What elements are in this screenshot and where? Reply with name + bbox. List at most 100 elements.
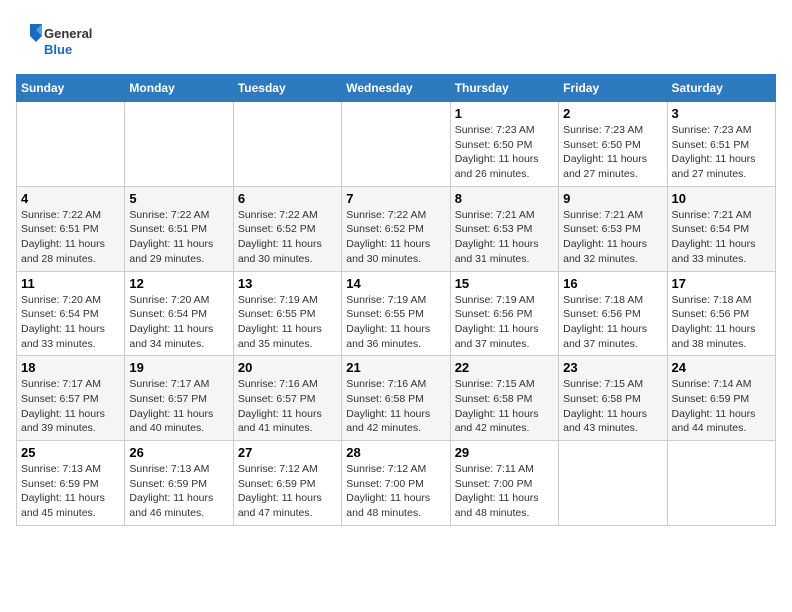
day-number: 28 <box>346 445 445 460</box>
day-number: 17 <box>672 276 771 291</box>
calendar-cell <box>559 441 667 526</box>
day-info: Sunrise: 7:19 AMSunset: 6:55 PMDaylight:… <box>346 293 445 352</box>
day-info: Sunrise: 7:15 AMSunset: 6:58 PMDaylight:… <box>455 377 554 436</box>
header-wednesday: Wednesday <box>342 75 450 102</box>
day-number: 20 <box>238 360 337 375</box>
day-number: 3 <box>672 106 771 121</box>
day-info: Sunrise: 7:20 AMSunset: 6:54 PMDaylight:… <box>21 293 120 352</box>
calendar-cell: 5Sunrise: 7:22 AMSunset: 6:51 PMDaylight… <box>125 186 233 271</box>
calendar-cell: 7 Sunrise: 7:22 AMSunset: 6:52 PMDaylight… <box>342 186 450 271</box>
calendar-cell: 12 Sunrise: 7:20 AMSunset: 6:54 PMDayligh… <box>125 271 233 356</box>
day-number: 4 <box>21 191 120 206</box>
day-number: 2 <box>563 106 662 121</box>
svg-text:Blue: Blue <box>44 42 72 57</box>
day-info: Sunrise: 7:23 AMSunset: 6:51 PMDaylight:… <box>672 123 771 182</box>
day-info: Sunrise: 7:11 AMSunset: 7:00 PMDaylight:… <box>455 462 554 521</box>
calendar-cell: 11 Sunrise: 7:20 AMSunset: 6:54 PMDayligh… <box>17 271 125 356</box>
calendar-header-row: SundayMondayTuesdayWednesdayThursdayFrid… <box>17 75 776 102</box>
day-number: 15 <box>455 276 554 291</box>
day-info: Sunrise: 7:22 AMSunset: 6:51 PMDaylight:… <box>21 208 120 267</box>
day-info: Sunrise: 7:13 AMSunset: 6:59 PMDaylight:… <box>21 462 120 521</box>
calendar-cell: 4 Sunrise: 7:22 AMSunset: 6:51 PMDaylight… <box>17 186 125 271</box>
day-info: Sunrise: 7:16 AMSunset: 6:58 PMDaylight:… <box>346 377 445 436</box>
header-tuesday: Tuesday <box>233 75 341 102</box>
day-number: 10 <box>672 191 771 206</box>
calendar-cell: 29Sunrise: 7:11 AMSunset: 7:00 PMDayligh… <box>450 441 558 526</box>
calendar-cell: 10 Sunrise: 7:21 AMSunset: 6:54 PMDayligh… <box>667 186 775 271</box>
calendar-cell <box>667 441 775 526</box>
day-number: 19 <box>129 360 228 375</box>
day-number: 23 <box>563 360 662 375</box>
day-number: 26 <box>129 445 228 460</box>
day-number: 22 <box>455 360 554 375</box>
calendar-cell: 17Sunrise: 7:18 AMSunset: 6:56 PMDayligh… <box>667 271 775 356</box>
day-info: Sunrise: 7:21 AMSunset: 6:53 PMDaylight:… <box>455 208 554 267</box>
calendar-cell: 16Sunrise: 7:18 AMSunset: 6:56 PMDayligh… <box>559 271 667 356</box>
svg-text:General: General <box>44 26 92 41</box>
day-number: 8 <box>455 191 554 206</box>
calendar-cell: 8 Sunrise: 7:21 AMSunset: 6:53 PMDaylight… <box>450 186 558 271</box>
day-info: Sunrise: 7:12 AMSunset: 7:00 PMDaylight:… <box>346 462 445 521</box>
calendar-cell: 23 Sunrise: 7:15 AMSunset: 6:58 PMDayligh… <box>559 356 667 441</box>
day-number: 14 <box>346 276 445 291</box>
calendar-week-2: 4 Sunrise: 7:22 AMSunset: 6:51 PMDaylight… <box>17 186 776 271</box>
day-info: Sunrise: 7:17 AMSunset: 6:57 PMDaylight:… <box>21 377 120 436</box>
header-monday: Monday <box>125 75 233 102</box>
header-thursday: Thursday <box>450 75 558 102</box>
day-number: 7 <box>346 191 445 206</box>
day-number: 6 <box>238 191 337 206</box>
day-info: Sunrise: 7:14 AMSunset: 6:59 PMDaylight:… <box>672 377 771 436</box>
calendar-cell: 28 Sunrise: 7:12 AMSunset: 7:00 PMDayligh… <box>342 441 450 526</box>
day-number: 24 <box>672 360 771 375</box>
day-info: Sunrise: 7:12 AMSunset: 6:59 PMDaylight:… <box>238 462 337 521</box>
calendar-cell: 19Sunrise: 7:17 AMSunset: 6:57 PMDayligh… <box>125 356 233 441</box>
calendar-cell: 25 Sunrise: 7:13 AMSunset: 6:59 PMDayligh… <box>17 441 125 526</box>
day-info: Sunrise: 7:23 AMSunset: 6:50 PMDaylight:… <box>455 123 554 182</box>
calendar-cell: 9 Sunrise: 7:21 AMSunset: 6:53 PMDaylight… <box>559 186 667 271</box>
calendar-cell: 20 Sunrise: 7:16 AMSunset: 6:57 PMDayligh… <box>233 356 341 441</box>
logo: General Blue <box>16 16 116 66</box>
day-number: 9 <box>563 191 662 206</box>
day-number: 21 <box>346 360 445 375</box>
calendar-cell <box>233 102 341 187</box>
calendar-week-3: 11 Sunrise: 7:20 AMSunset: 6:54 PMDayligh… <box>17 271 776 356</box>
day-number: 11 <box>21 276 120 291</box>
day-number: 27 <box>238 445 337 460</box>
page-header: General Blue <box>16 16 776 66</box>
header-friday: Friday <box>559 75 667 102</box>
header-sunday: Sunday <box>17 75 125 102</box>
logo-svg: General Blue <box>16 16 116 66</box>
day-info: Sunrise: 7:22 AMSunset: 6:52 PMDaylight:… <box>346 208 445 267</box>
calendar-cell <box>125 102 233 187</box>
day-number: 13 <box>238 276 337 291</box>
day-info: Sunrise: 7:19 AMSunset: 6:56 PMDaylight:… <box>455 293 554 352</box>
day-number: 25 <box>21 445 120 460</box>
calendar-table: SundayMondayTuesdayWednesdayThursdayFrid… <box>16 74 776 526</box>
day-info: Sunrise: 7:15 AMSunset: 6:58 PMDaylight:… <box>563 377 662 436</box>
calendar-cell: 27 Sunrise: 7:12 AMSunset: 6:59 PMDayligh… <box>233 441 341 526</box>
calendar-week-1: 1 Sunrise: 7:23 AMSunset: 6:50 PMDaylight… <box>17 102 776 187</box>
day-number: 18 <box>21 360 120 375</box>
calendar-cell: 26 Sunrise: 7:13 AMSunset: 6:59 PMDayligh… <box>125 441 233 526</box>
calendar-cell: 1 Sunrise: 7:23 AMSunset: 6:50 PMDaylight… <box>450 102 558 187</box>
calendar-cell: 22 Sunrise: 7:15 AMSunset: 6:58 PMDayligh… <box>450 356 558 441</box>
day-info: Sunrise: 7:22 AMSunset: 6:52 PMDaylight:… <box>238 208 337 267</box>
day-info: Sunrise: 7:20 AMSunset: 6:54 PMDaylight:… <box>129 293 228 352</box>
calendar-cell: 21 Sunrise: 7:16 AMSunset: 6:58 PMDayligh… <box>342 356 450 441</box>
day-info: Sunrise: 7:21 AMSunset: 6:54 PMDaylight:… <box>672 208 771 267</box>
calendar-cell: 15 Sunrise: 7:19 AMSunset: 6:56 PMDayligh… <box>450 271 558 356</box>
day-info: Sunrise: 7:13 AMSunset: 6:59 PMDaylight:… <box>129 462 228 521</box>
calendar-cell: 2Sunrise: 7:23 AMSunset: 6:50 PMDaylight… <box>559 102 667 187</box>
day-number: 12 <box>129 276 228 291</box>
calendar-cell: 6 Sunrise: 7:22 AMSunset: 6:52 PMDaylight… <box>233 186 341 271</box>
calendar-cell: 18 Sunrise: 7:17 AMSunset: 6:57 PMDayligh… <box>17 356 125 441</box>
day-info: Sunrise: 7:16 AMSunset: 6:57 PMDaylight:… <box>238 377 337 436</box>
day-info: Sunrise: 7:19 AMSunset: 6:55 PMDaylight:… <box>238 293 337 352</box>
day-number: 16 <box>563 276 662 291</box>
day-info: Sunrise: 7:22 AMSunset: 6:51 PMDaylight:… <box>129 208 228 267</box>
day-number: 1 <box>455 106 554 121</box>
day-info: Sunrise: 7:21 AMSunset: 6:53 PMDaylight:… <box>563 208 662 267</box>
calendar-cell: 14 Sunrise: 7:19 AMSunset: 6:55 PMDayligh… <box>342 271 450 356</box>
calendar-cell <box>17 102 125 187</box>
calendar-cell: 24 Sunrise: 7:14 AMSunset: 6:59 PMDayligh… <box>667 356 775 441</box>
